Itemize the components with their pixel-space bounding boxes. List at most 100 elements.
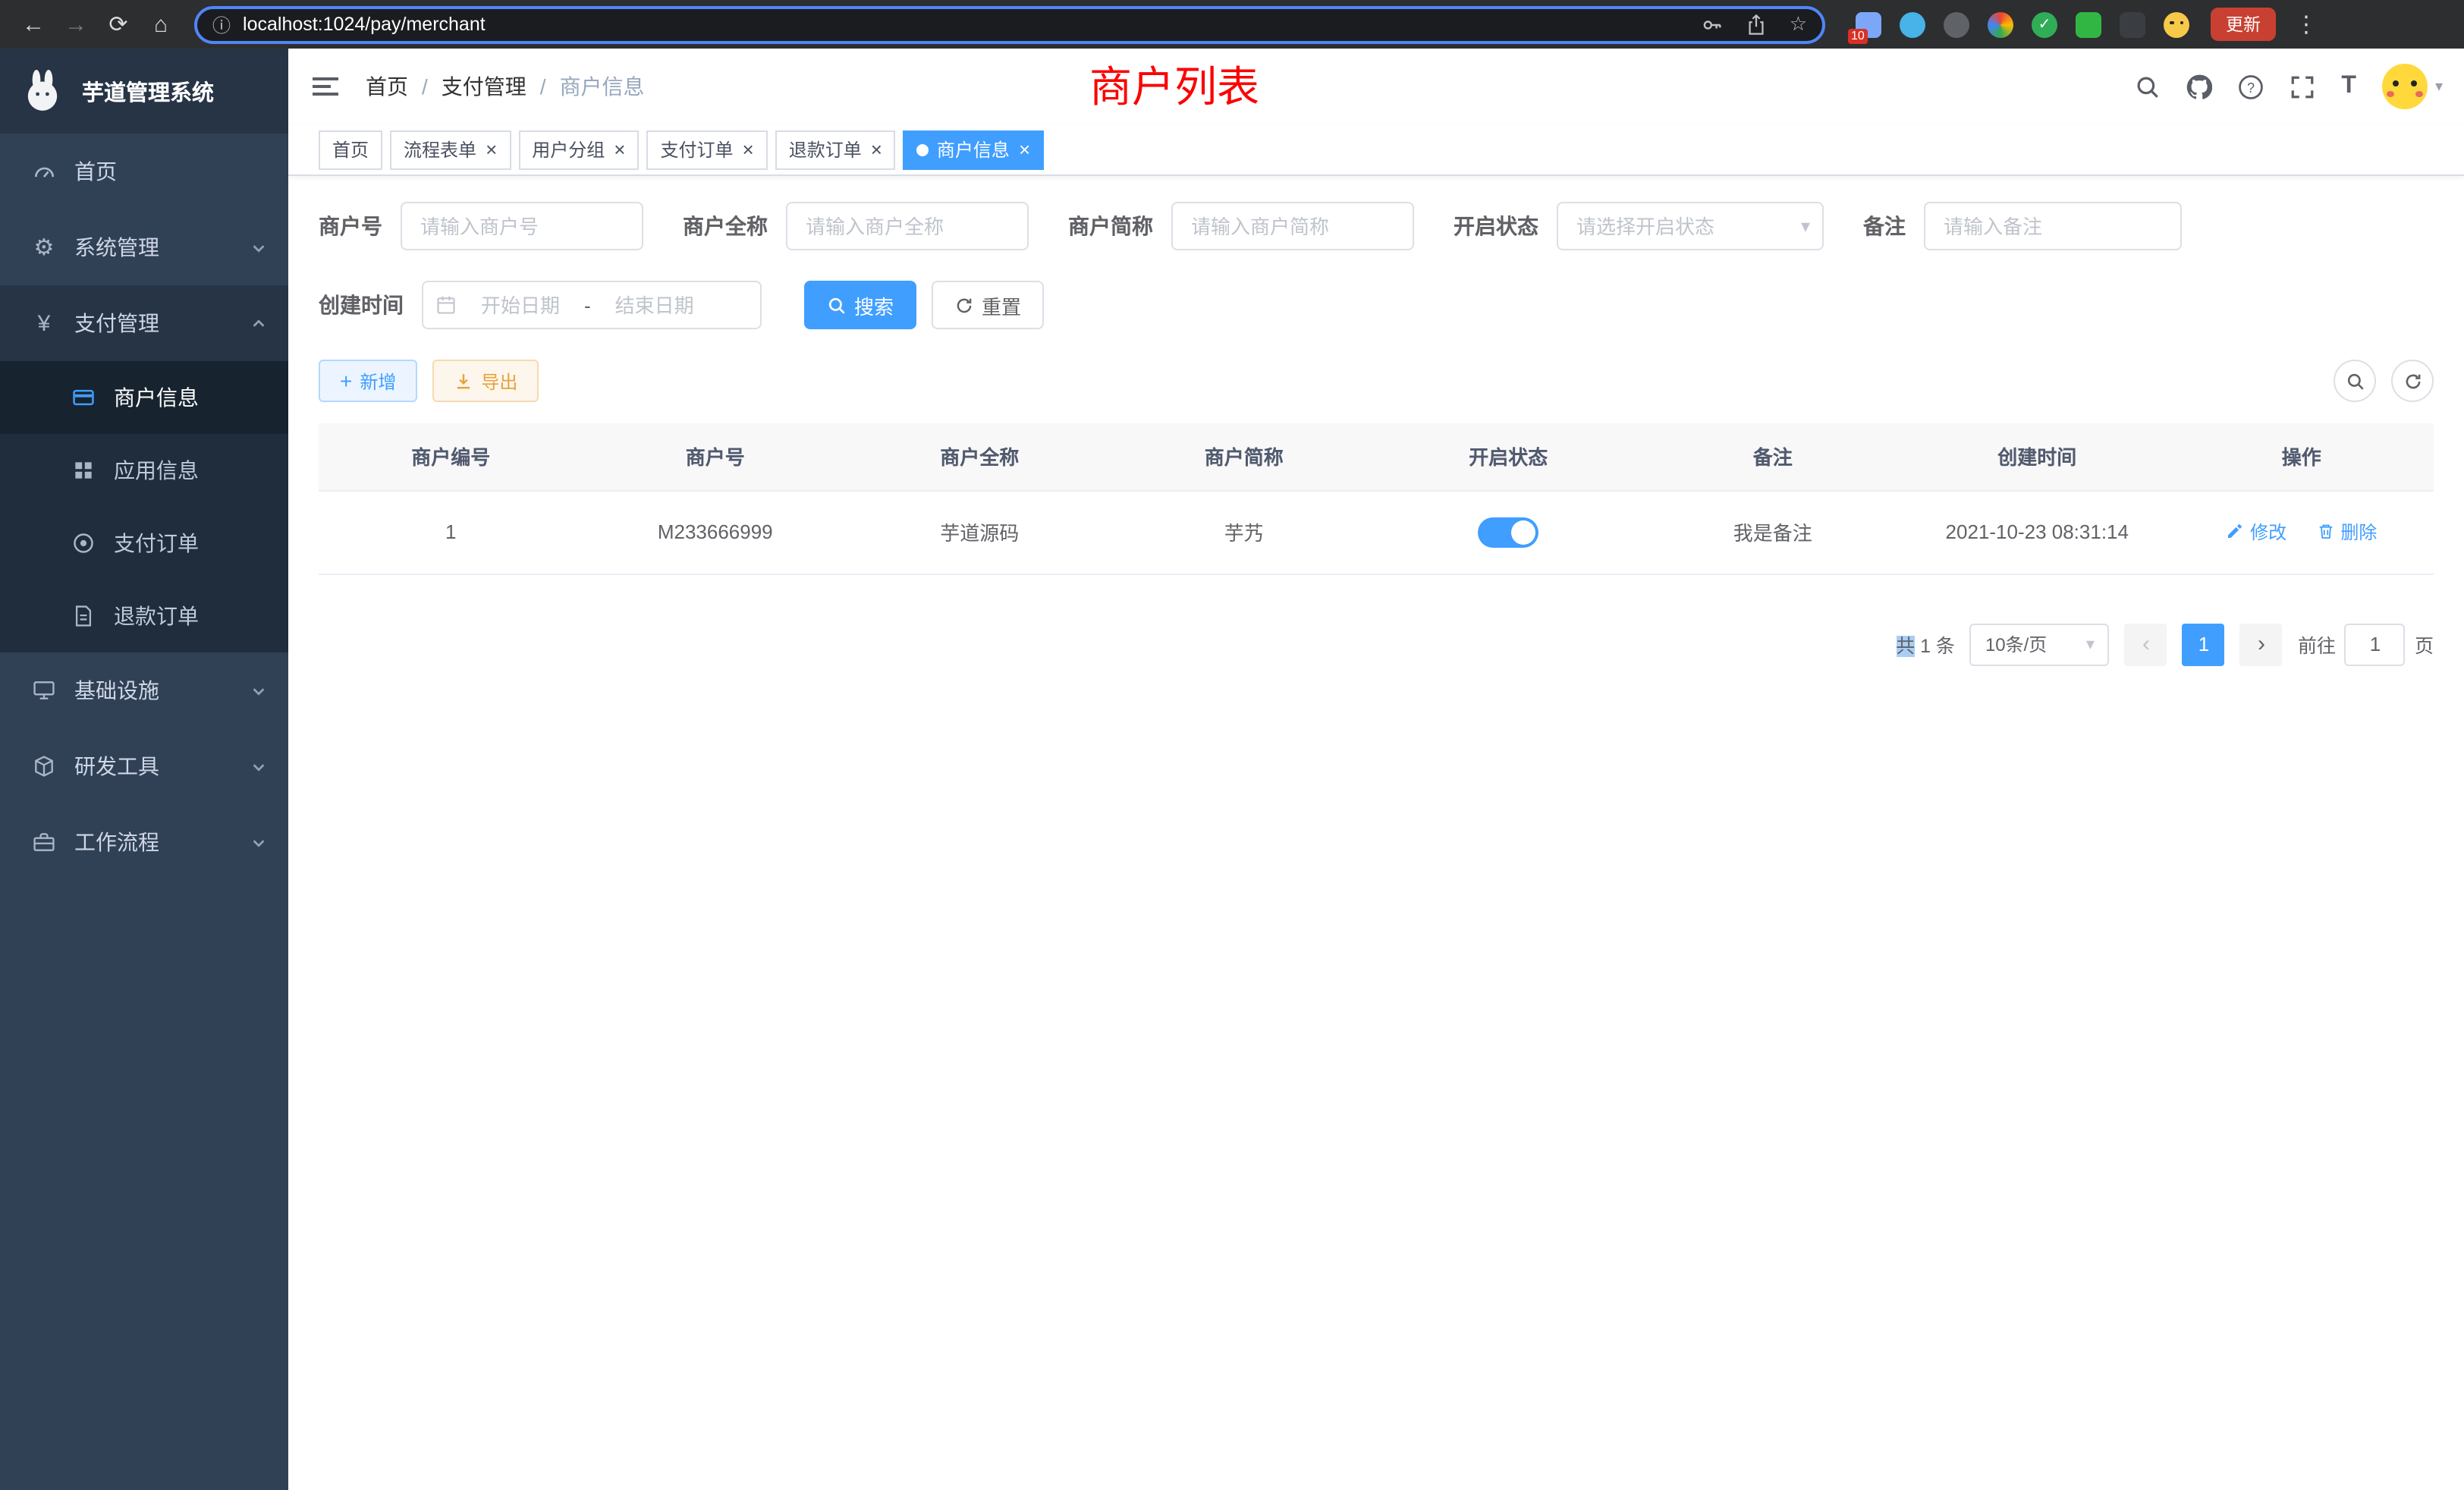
sidebar-item-system[interactable]: ⚙ 系统管理 (0, 209, 288, 285)
share-icon[interactable] (1746, 13, 1768, 36)
sidebar-item-infrastructure[interactable]: 基础设施 (0, 652, 288, 728)
status-toggle[interactable] (1478, 517, 1538, 547)
close-icon[interactable]: × (1019, 140, 1030, 159)
site-info-icon[interactable]: ⓘ (212, 11, 231, 37)
sidebar-item-label: 研发工具 (74, 751, 159, 781)
extension-face-icon[interactable] (2164, 11, 2189, 37)
browser-reload-button[interactable]: ⟳ (100, 6, 137, 42)
fullscreen-icon[interactable] (2290, 74, 2315, 99)
avatar[interactable] (2382, 64, 2428, 109)
toggle-search-button[interactable] (2334, 360, 2376, 402)
add-button[interactable]: + 新增 (319, 360, 417, 402)
col-full-name: 商户全称 (847, 423, 1112, 490)
tab-refund-order[interactable]: 退款订单 × (775, 130, 896, 169)
app-logo[interactable]: 芋道管理系统 (0, 49, 288, 134)
bookmark-star-icon[interactable]: ☆ (1790, 12, 1807, 36)
browser-update-button[interactable]: 更新 (2211, 8, 2276, 41)
close-icon[interactable]: × (486, 140, 497, 159)
extension-puzzle-icon[interactable]: 10 (1856, 11, 1881, 37)
tab-home[interactable]: 首页 (319, 130, 382, 169)
next-page-button[interactable]: › (2240, 623, 2283, 665)
goto-page-input[interactable] (2345, 623, 2406, 665)
credit-card-icon (70, 384, 97, 411)
date-range-picker[interactable]: - (422, 281, 762, 329)
tab-process-form[interactable]: 流程表单 × (390, 130, 511, 169)
cell-create-time: 2021-10-23 08:31:14 (1905, 490, 2170, 574)
merchant-no-input[interactable] (401, 202, 643, 250)
url-text: localhost:1024/pay/merchant (243, 14, 1680, 35)
cell-remark: 我是备注 (1641, 490, 1906, 574)
edit-link-label: 修改 (2250, 519, 2286, 545)
extension-badge: 10 (1848, 28, 1868, 43)
help-icon[interactable]: ? (2238, 74, 2264, 99)
close-icon[interactable]: × (871, 140, 882, 159)
search-icon (827, 295, 847, 315)
sidebar-item-refund-order[interactable]: 退款订单 (0, 580, 288, 652)
page-size-value: 10条/页 (1985, 631, 2047, 657)
sidebar-item-payment[interactable]: ¥ 支付管理 (0, 285, 288, 361)
browser-back-button[interactable]: ← (15, 6, 52, 42)
prev-page-button[interactable]: ‹ (2125, 623, 2167, 665)
page-size-select[interactable]: 10条/页 ▾ (1970, 623, 2110, 665)
sidebar-item-label: 支付订单 (114, 528, 199, 558)
table-header-row: 商户编号 商户号 商户全称 商户简称 开启状态 备注 创建时间 操作 (319, 423, 2434, 490)
breadcrumb: 首页 / 支付管理 / 商户信息 (366, 71, 645, 102)
password-key-icon[interactable] (1702, 13, 1724, 36)
github-icon[interactable] (2186, 74, 2212, 99)
active-dot (917, 143, 929, 156)
tab-pay-order[interactable]: 支付订单 × (646, 130, 767, 169)
pagination-goto: 前往 页 (2298, 623, 2434, 665)
browser-forward-button[interactable]: → (58, 6, 94, 42)
address-bar[interactable]: ⓘ localhost:1024/pay/merchant ☆ (194, 5, 1825, 43)
pagination-total: 共 1 条 (1896, 630, 1955, 659)
page-unit-label: 页 (2415, 630, 2434, 659)
status-select-input[interactable] (1557, 202, 1824, 250)
extension-check-icon[interactable]: ✓ (2032, 11, 2057, 37)
status-select[interactable]: ▾ (1557, 202, 1824, 250)
user-menu[interactable]: ▾ (2382, 64, 2443, 109)
cell-merchant-no: M233666999 (583, 490, 848, 574)
payment-submenu: 商户信息 应用信息 支付订单 (0, 361, 288, 652)
date-start-input[interactable] (463, 294, 578, 316)
remark-input[interactable] (1924, 202, 2182, 250)
page-1-button[interactable]: 1 (2183, 623, 2225, 665)
top-navbar: 首页 / 支付管理 / 商户信息 商户列表 ? (288, 49, 2464, 124)
browser-home-button[interactable]: ⌂ (143, 6, 179, 42)
short-name-input[interactable] (1171, 202, 1414, 250)
browser-menu-icon[interactable]: ⋮ (2288, 6, 2324, 42)
refresh-table-button[interactable] (2391, 360, 2434, 402)
tab-user-group[interactable]: 用户分组 × (518, 130, 639, 169)
search-icon[interactable] (2135, 74, 2161, 99)
delete-link[interactable]: 删除 (2316, 519, 2377, 545)
sidebar: 芋道管理系统 首页 ⚙ 系统管理 ¥ 支付管理 (0, 49, 288, 1490)
tab-label: 支付订单 (660, 137, 733, 162)
close-icon[interactable]: × (743, 140, 754, 159)
sidebar-item-app-info[interactable]: 应用信息 (0, 434, 288, 507)
sidebar-item-home[interactable]: 首页 (0, 134, 288, 209)
extension-drop-icon[interactable] (1900, 11, 1925, 37)
export-button[interactable]: 导出 (432, 360, 539, 402)
sidebar-item-workflow[interactable]: 工作流程 (0, 804, 288, 880)
breadcrumb-home[interactable]: 首页 (366, 71, 408, 102)
font-size-icon[interactable]: T (2341, 73, 2356, 100)
date-end-input[interactable] (597, 294, 712, 316)
sidebar-item-dev-tools[interactable]: 研发工具 (0, 728, 288, 804)
sidebar-item-merchant-info[interactable]: 商户信息 (0, 361, 288, 434)
extension-note-icon[interactable] (2076, 11, 2101, 37)
extension-dark-icon[interactable] (2120, 11, 2145, 37)
browser-toolbar: ← → ⟳ ⌂ ⓘ localhost:1024/pay/merchant ☆ … (0, 0, 2464, 49)
breadcrumb-payment[interactable]: 支付管理 (442, 71, 526, 102)
close-icon[interactable]: × (614, 140, 625, 159)
extension-color-icon[interactable] (1988, 11, 2013, 37)
edit-link[interactable]: 修改 (2226, 519, 2286, 545)
full-name-input[interactable] (786, 202, 1029, 250)
screen: ← → ⟳ ⌂ ⓘ localhost:1024/pay/merchant ☆ … (0, 0, 2464, 1490)
hamburger-icon[interactable] (310, 71, 341, 102)
caret-down-icon: ▾ (2086, 634, 2095, 654)
sidebar-item-pay-order[interactable]: 支付订单 (0, 507, 288, 580)
search-button[interactable]: 搜索 (804, 281, 916, 329)
extension-gray-icon[interactable] (1944, 11, 1969, 37)
tab-merchant-info[interactable]: 商户信息 × (904, 130, 1044, 169)
create-time-label: 创建时间 (319, 290, 404, 320)
reset-button[interactable]: 重置 (932, 281, 1044, 329)
